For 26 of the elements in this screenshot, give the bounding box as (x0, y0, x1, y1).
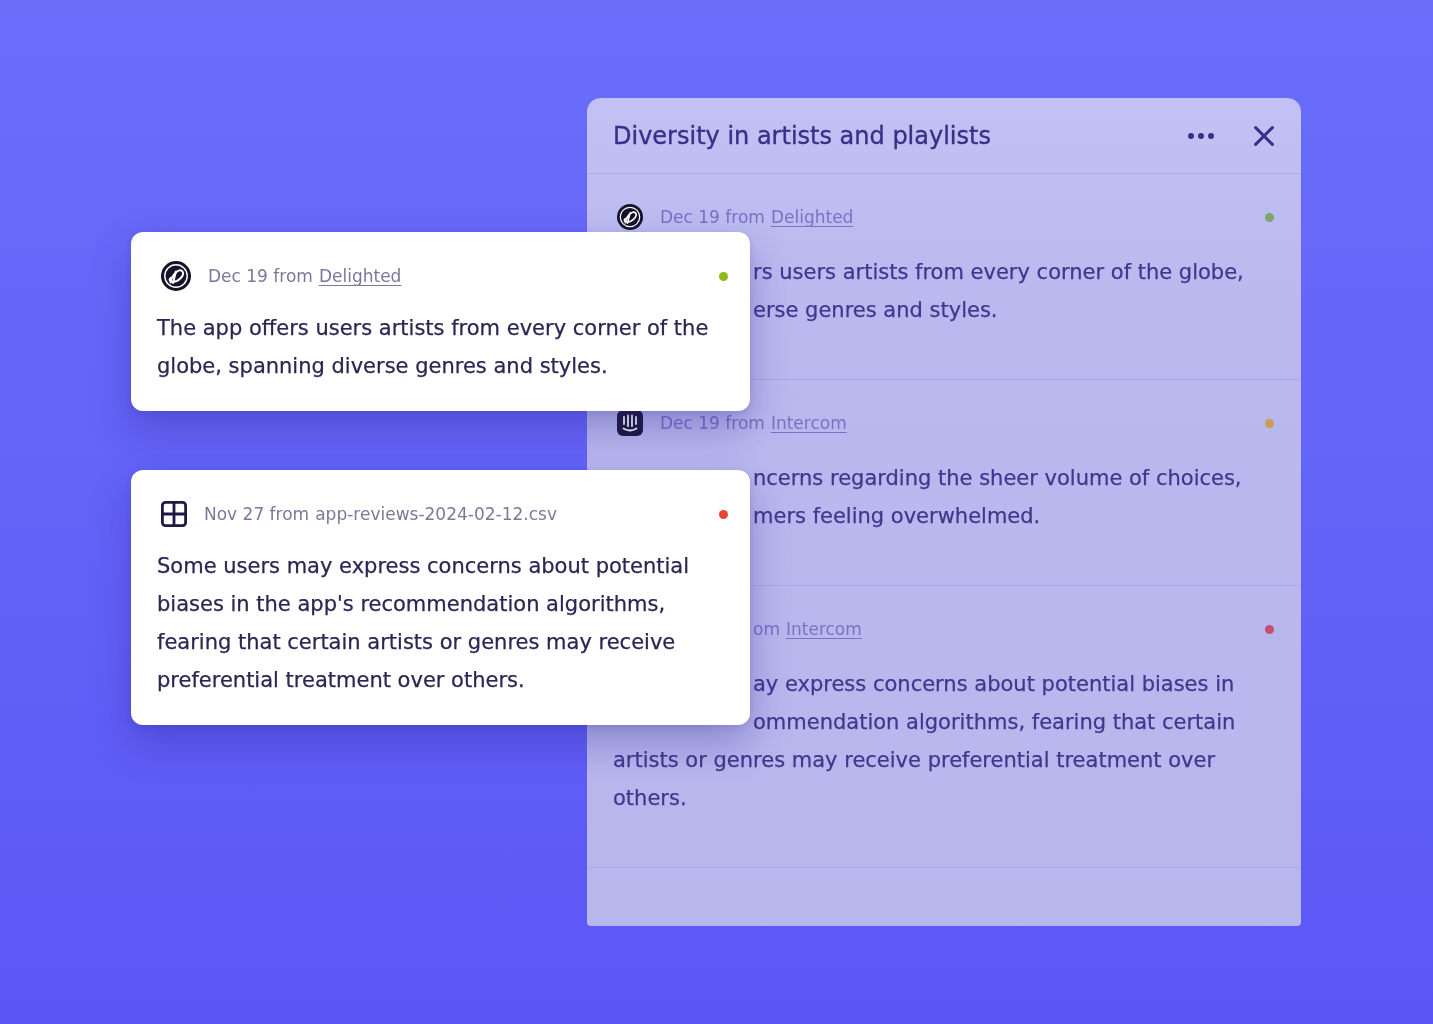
feedback-text: rs users artists from every corner of the globe, (753, 259, 1244, 286)
date-source-text: Dec 19 from (660, 207, 765, 227)
source-link[interactable]: Intercom (785, 619, 862, 639)
circle-logo-icon (617, 204, 643, 230)
feedback-text: ncerns regarding the sheer volume of choices, (753, 465, 1242, 492)
feedback-text: erse genres and styles. (753, 297, 998, 324)
close-icon[interactable] (1254, 125, 1274, 146)
feedback-text: mers feeling overwhelmed. (753, 503, 1041, 530)
circle-logo-icon (161, 261, 191, 291)
feedback-text: artists or genres may receive preferential treatment over (613, 747, 1216, 774)
source-link[interactable]: Delighted (318, 266, 402, 286)
source-link[interactable]: Intercom (770, 413, 847, 433)
source-link[interactable]: Delighted (770, 207, 854, 227)
feedback-text: ay express concerns about potential biases in (753, 671, 1235, 698)
feedback-text: others. (613, 785, 687, 812)
table-icon (161, 501, 187, 527)
date-source-text: om (753, 619, 780, 639)
date-source-text: Dec 19 from (660, 413, 765, 433)
date-source-text: Dec 19 from (208, 266, 313, 286)
date-source-text: Nov 27 from (204, 504, 310, 524)
feedback-text: Some users may express concerns about potential biases in the app's recommendation algorithms, fearing that certain artists or genres may receive preferential treatment over others. (157, 553, 691, 694)
source-name: app-reviews-2024-02-12.csv (315, 504, 557, 524)
feedback-text: ommendation algorithms, fearing that certain (753, 709, 1236, 736)
more-icon[interactable] (1188, 132, 1214, 139)
feedback-text: The app offers users artists from every corner of the globe, spanning diverse genres and styles. (157, 315, 710, 380)
panel-title: Diversity in artists and playlists (613, 120, 991, 151)
